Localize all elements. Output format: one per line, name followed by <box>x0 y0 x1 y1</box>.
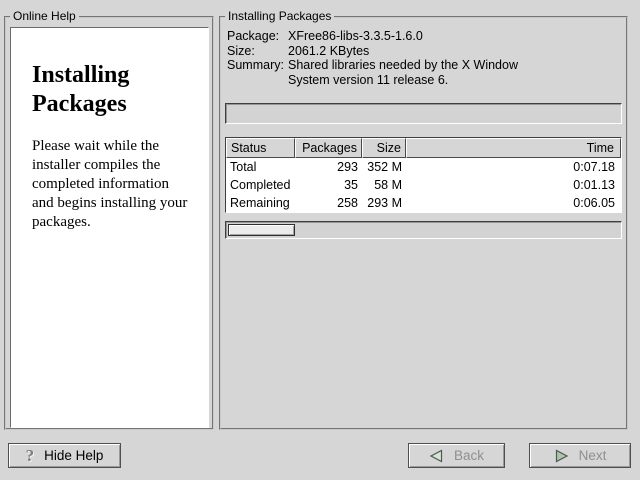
summary-value-line1: Shared libraries needed by the X Window <box>288 58 518 73</box>
package-info: Package: XFree86-libs-3.3.5-1.6.0 Size: … <box>227 29 518 87</box>
total-progress-fill <box>228 224 295 236</box>
status-table-header: Status Packages Size Time <box>226 138 621 158</box>
column-header-packages[interactable]: Packages <box>295 138 362 158</box>
hide-help-button-label: Hide Help <box>44 448 103 463</box>
total-progress-bar <box>225 221 622 239</box>
help-title: Installing Packages <box>11 28 208 119</box>
next-button-label: Next <box>579 448 607 463</box>
hide-help-button[interactable]: ? Hide Help <box>8 443 121 468</box>
column-header-time[interactable]: Time <box>406 138 621 158</box>
status-table-body: Total 293 352 M 0:07.18 Completed 35 58 … <box>226 158 621 212</box>
summary-value-line2: System version 11 release 6. <box>288 73 518 88</box>
help-title-line2: Packages <box>32 90 208 119</box>
column-header-status[interactable]: Status <box>226 138 295 158</box>
status-table: Status Packages Size Time Total 293 352 … <box>225 137 622 213</box>
table-row-total: Total 293 352 M 0:07.18 <box>226 158 621 176</box>
installer-window: Online Help Installing Packages Please w… <box>0 0 640 480</box>
summary-label: Summary: <box>227 58 288 73</box>
size-label: Size: <box>227 44 288 59</box>
table-row-remaining: Remaining 258 293 M 0:06.05 <box>226 194 621 212</box>
table-row-completed: Completed 35 58 M 0:01.13 <box>226 176 621 194</box>
online-help-frame-label: Online Help <box>10 9 79 23</box>
help-panel: Installing Packages Please wait while th… <box>10 27 209 428</box>
installing-packages-frame-label: Installing Packages <box>225 9 334 23</box>
size-value: 2061.2 KBytes <box>288 44 518 59</box>
package-value: XFree86-libs-3.3.5-1.6.0 <box>288 29 518 44</box>
back-button-label: Back <box>454 448 484 463</box>
next-button[interactable]: Next <box>529 443 631 468</box>
next-arrow-icon <box>554 449 569 463</box>
column-header-size[interactable]: Size <box>362 138 406 158</box>
package-label: Package: <box>227 29 288 44</box>
online-help-frame: Online Help Installing Packages Please w… <box>4 16 214 430</box>
question-mark-icon: ? <box>26 446 35 466</box>
package-progress-bar <box>225 103 622 124</box>
back-arrow-icon <box>429 449 444 463</box>
help-body-text: Please wait while the installer compiles… <box>11 119 208 232</box>
installing-packages-frame: Installing Packages Package: XFree86-lib… <box>219 16 628 430</box>
back-button[interactable]: Back <box>408 443 505 468</box>
help-title-line1: Installing <box>32 61 208 90</box>
